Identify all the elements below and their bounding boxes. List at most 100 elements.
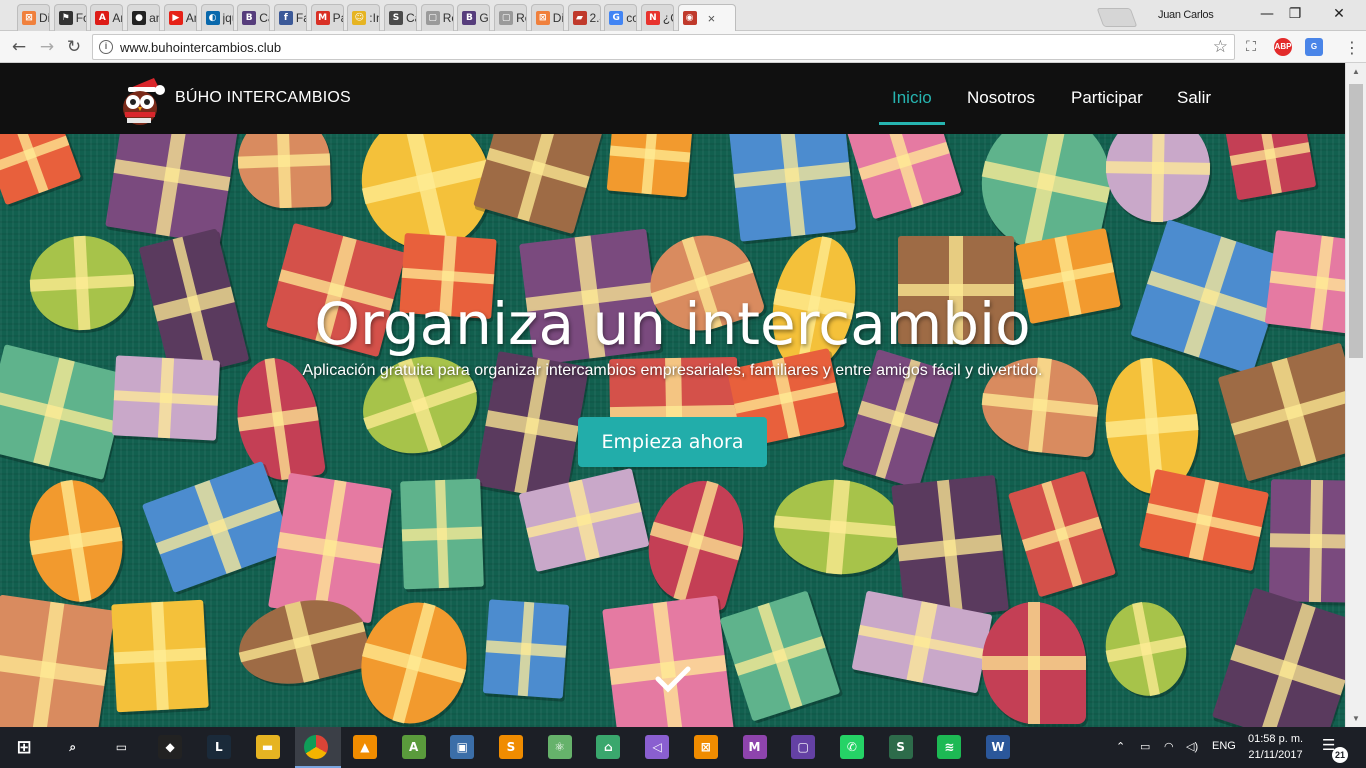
scroll-down-check-icon[interactable] <box>654 664 692 694</box>
browser-tab[interactable]: ▶Ang <box>163 4 197 31</box>
nav-salir[interactable]: Salir <box>1177 88 1211 108</box>
browser-tab[interactable]: N¿Có <box>640 4 674 31</box>
vertical-scrollbar[interactable]: ▲ ▼ <box>1345 63 1366 727</box>
league-icon[interactable]: L <box>206 735 231 759</box>
browser-tab[interactable]: ▢Reg <box>494 4 528 31</box>
menu-kebab-icon[interactable]: ⋮ <box>1344 38 1360 57</box>
gift-box-illustration <box>719 590 841 722</box>
tab-label: For <box>75 11 86 25</box>
browser-tab[interactable]: ⊠Dis <box>17 4 50 31</box>
book-icon: ▰ <box>572 11 587 25</box>
scrivener-icon[interactable]: S <box>888 735 913 759</box>
windows-taskbar: ⊞ ⌕ ▭ ◆ L ▬ ▲ A ▣ S ⚛ ⌂ ◁ ⊠ M ▢ ✆ S ≋ W ⌃ ▭ ◠ ◁) ENG 01:58 … <box>0 727 1366 768</box>
system-clock[interactable]: 01:58 p. m. 21/11/2017 <box>1248 731 1303 763</box>
browser-tab[interactable]: ◉ × <box>677 4 736 31</box>
android-icon[interactable]: ⌂ <box>596 735 621 759</box>
browser-tab[interactable]: Gcon <box>604 4 638 31</box>
gift-box-illustration <box>400 478 484 590</box>
xampp-icon[interactable]: ⊠ <box>693 735 718 759</box>
atom-icon[interactable]: ⚛ <box>547 735 572 759</box>
minimize-button[interactable]: — <box>1254 4 1280 24</box>
browser-tab[interactable]: AAng <box>90 4 124 31</box>
browser-tab-strip: ⊠Dis⚑ForAAng●ang▶Ang◐jquBCarfFacMPar☺:In… <box>0 0 1366 31</box>
new-tab-button[interactable] <box>1096 8 1138 27</box>
angular-icon: A <box>95 11 110 25</box>
address-bar[interactable]: i www.buhointercambios.club ☆ <box>92 34 1235 60</box>
tab-label: Car <box>406 11 416 25</box>
reload-button[interactable]: ↻ <box>63 36 85 58</box>
tray-chevron-icon[interactable]: ⌃ <box>1116 740 1125 753</box>
tab-label: Dis <box>39 11 49 25</box>
wifi-icon[interactable]: ◠ <box>1164 740 1174 753</box>
volume-icon[interactable]: ◁) <box>1186 740 1198 753</box>
scroll-down-arrow-icon[interactable]: ▼ <box>1346 710 1366 727</box>
virtualbox-icon[interactable]: ▣ <box>450 735 475 759</box>
youtube-icon: ▶ <box>168 11 183 25</box>
brand-name[interactable]: BÚHO INTERCAMBIOS <box>175 89 351 107</box>
gift-box-illustration <box>111 599 209 713</box>
chrome-icon[interactable] <box>304 735 329 759</box>
tab-label: Ang <box>185 11 196 25</box>
file-explorer-icon[interactable]: ▬ <box>255 735 280 759</box>
visual-studio-icon[interactable]: ◁ <box>645 735 670 759</box>
tab-close-icon[interactable]: × <box>708 11 716 26</box>
task-view-icon[interactable]: ▭ <box>109 735 133 759</box>
browser-tab[interactable]: ⚑For <box>53 4 87 31</box>
owl-logo-icon[interactable] <box>116 74 170 128</box>
gift-box-illustration <box>0 134 82 206</box>
profile-name[interactable]: Juan Carlos <box>1158 9 1214 21</box>
language-indicator[interactable]: ENG <box>1212 740 1236 752</box>
twitch-icon[interactable]: ▢ <box>791 735 816 759</box>
browser-tab[interactable]: BGri <box>457 4 491 31</box>
mysql-workbench-icon[interactable]: M <box>742 735 767 759</box>
overwatch-icon[interactable]: ◆ <box>158 735 183 759</box>
browser-tab[interactable]: fFac <box>273 4 307 31</box>
forward-button[interactable]: → <box>36 36 58 58</box>
browser-tab[interactable]: BCar <box>237 4 271 31</box>
nav-inicio[interactable]: Inicio <box>892 88 932 108</box>
url-text[interactable]: www.buhointercambios.club <box>120 40 281 55</box>
info-icon[interactable]: i <box>99 40 113 54</box>
gift-box-illustration <box>482 599 570 699</box>
browser-tab[interactable]: ⊠Dis <box>530 4 564 31</box>
nav-participar[interactable]: Participar <box>1071 88 1143 108</box>
browser-tab[interactable]: SCar <box>384 4 417 31</box>
browser-tab[interactable]: ▰2.4. <box>567 4 601 31</box>
google-translate-icon[interactable]: G <box>1305 38 1323 56</box>
scroll-up-arrow-icon[interactable]: ▲ <box>1346 63 1366 80</box>
cast-icon[interactable]: ⛶ <box>1240 36 1262 58</box>
word-icon[interactable]: W <box>986 735 1010 759</box>
maximize-button[interactable]: ❐ <box>1282 4 1308 24</box>
back-button[interactable]: ← <box>8 36 30 58</box>
gift-box-illustration <box>236 134 332 210</box>
codepen-icon: ⊠ <box>535 11 550 25</box>
spotify-icon[interactable]: ≋ <box>937 735 962 759</box>
battery-icon[interactable]: ▭ <box>1140 740 1150 753</box>
codepen-icon: ⊠ <box>22 11 36 25</box>
sublime-text-icon[interactable]: S <box>499 735 523 759</box>
browser-tab[interactable]: ●ang <box>127 4 161 31</box>
tab-label: ¿Có <box>662 11 673 25</box>
gift-box-illustration <box>982 602 1086 724</box>
tab-label: Car <box>259 11 269 25</box>
scrollbar-thumb[interactable] <box>1349 84 1363 358</box>
browser-tab[interactable]: ▢Reg <box>420 4 454 31</box>
whatsapp-icon[interactable]: ✆ <box>839 735 864 759</box>
adblock-plus-icon[interactable]: ABP <box>1274 38 1292 56</box>
browser-tab[interactable]: MPar <box>310 4 344 31</box>
bookmark-star-icon[interactable]: ☆ <box>1213 37 1228 57</box>
vlc-icon[interactable]: ▲ <box>352 735 377 759</box>
android-studio-icon[interactable]: A <box>401 735 426 759</box>
tab-label: Reg <box>442 11 453 25</box>
start-icon[interactable]: ⊞ <box>12 735 36 759</box>
bootstrap-icon: B <box>242 11 257 25</box>
browser-tab[interactable]: ◐jqu <box>200 4 234 31</box>
tab-label: Par <box>332 11 343 25</box>
search-icon[interactable]: ⌕ <box>61 735 85 759</box>
active-nav-indicator <box>879 122 945 125</box>
gift-box-illustration <box>0 594 115 727</box>
start-now-button[interactable]: Empieza ahora <box>578 417 767 467</box>
close-window-button[interactable]: ✕ <box>1326 4 1352 24</box>
nav-nosotros[interactable]: Nosotros <box>967 88 1035 108</box>
browser-tab[interactable]: ☺:Ini <box>347 4 381 31</box>
